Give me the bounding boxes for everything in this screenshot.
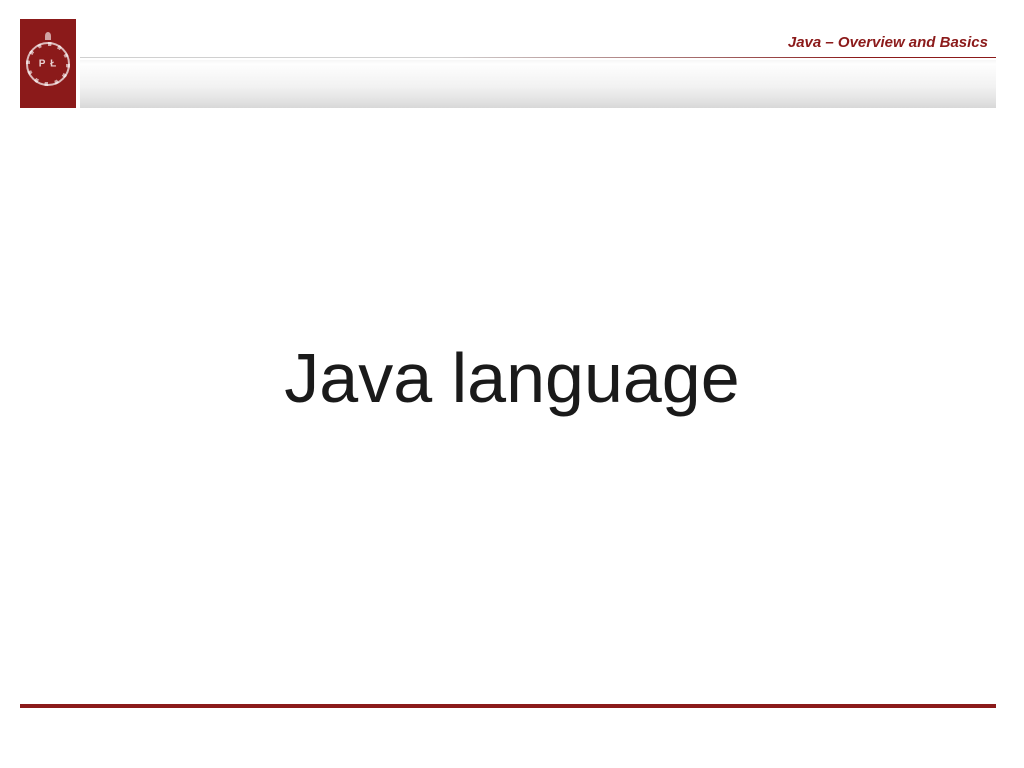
logo-letters: P Ł <box>39 58 57 69</box>
university-logo: P Ł <box>20 19 76 108</box>
slide-title: Java language <box>284 338 739 418</box>
logo-emblem: P Ł <box>26 42 70 86</box>
header-subtitle: Java – Overview and Basics <box>788 34 988 51</box>
footer-divider <box>20 704 996 708</box>
slide-body: Java language <box>0 108 1024 688</box>
header-divider <box>80 57 996 58</box>
header-gradient-band <box>80 60 996 108</box>
slide-header: P Ł Java – Overview and Basics <box>0 0 1024 108</box>
